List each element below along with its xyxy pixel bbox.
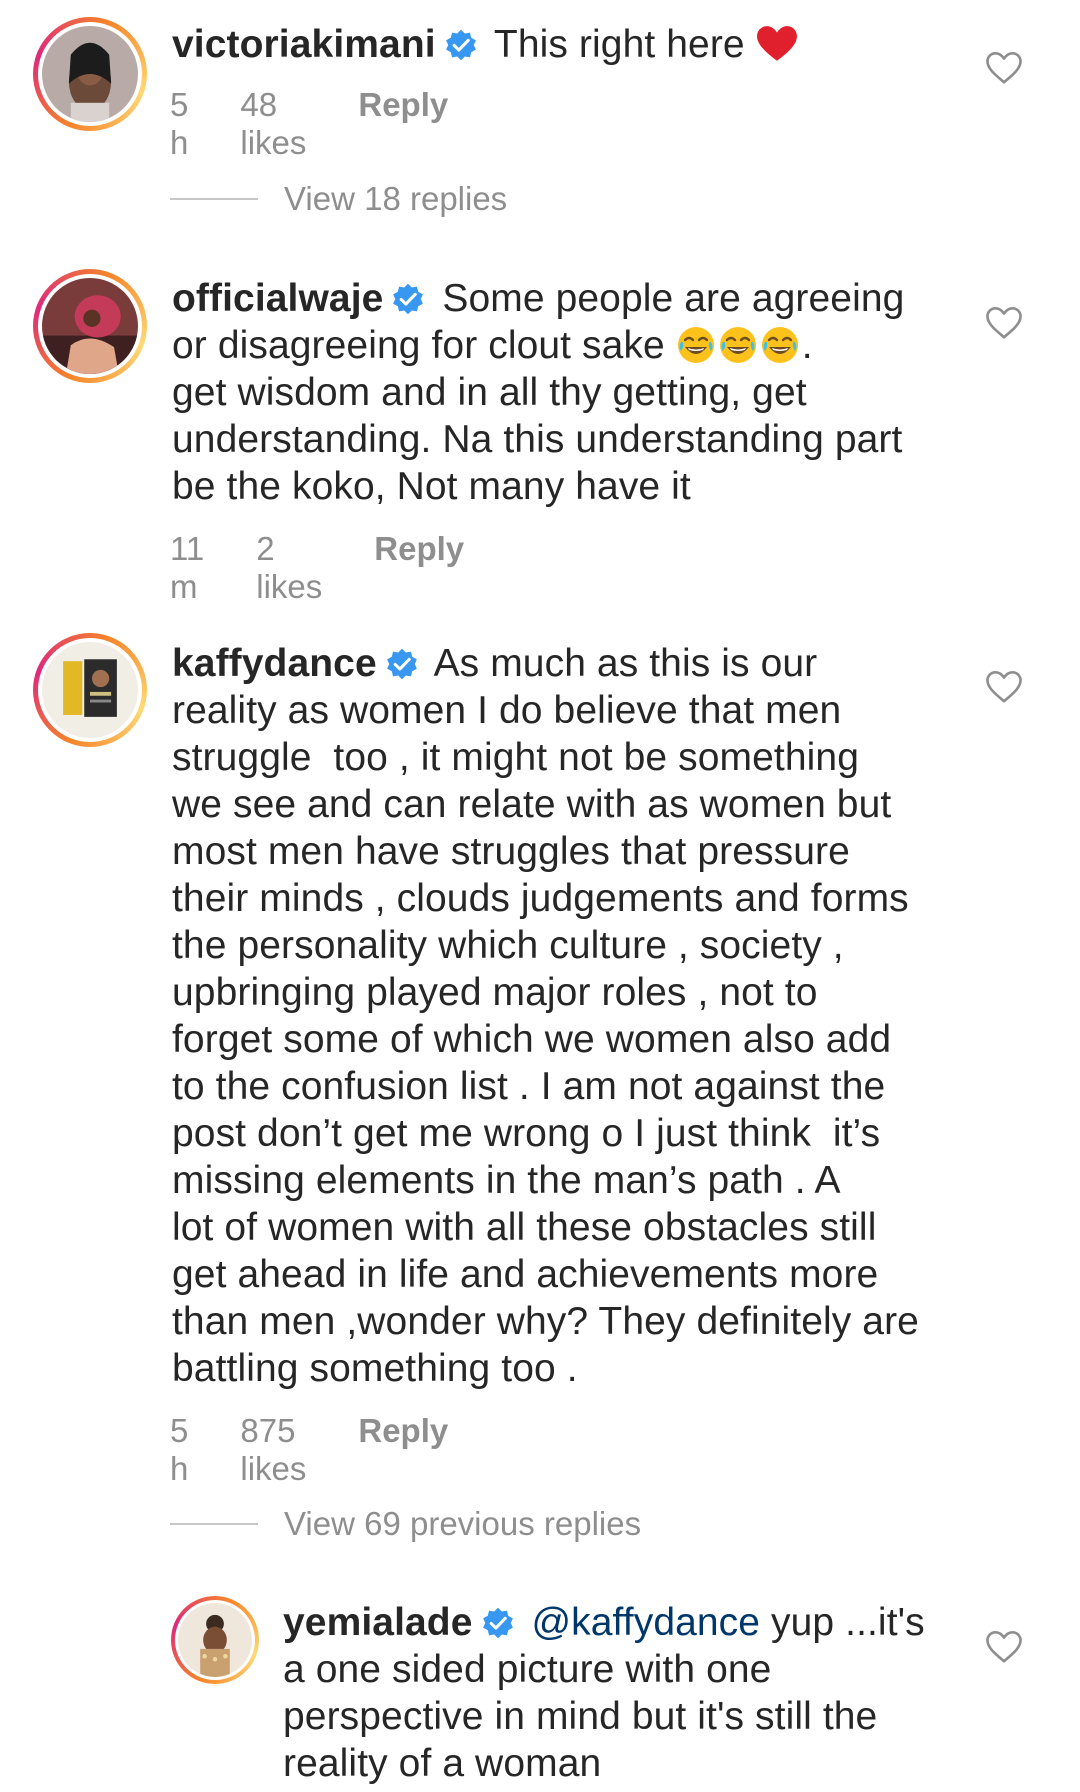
like-count[interactable]: 48 likes xyxy=(240,86,306,162)
comment-meta: 5 h 875 likes Reply xyxy=(170,1412,500,1488)
view-replies-label[interactable]: View 18 replies xyxy=(284,180,507,218)
face-with-tears-of-joy-icon xyxy=(718,325,758,365)
comment-text: yemialade @kaffydance yup ...it's a one … xyxy=(283,1599,1023,1787)
comment-line: or disagreeing for clout sake xyxy=(172,324,665,367)
avatar[interactable] xyxy=(171,1596,259,1684)
view-previous-replies-button[interactable]: View 69 previous replies xyxy=(170,1505,641,1543)
comment-line: perspective in mind but it's still the xyxy=(283,1695,878,1738)
face-with-tears-of-joy-icon xyxy=(676,325,716,365)
verified-badge-icon xyxy=(391,282,425,316)
reply-button[interactable]: Reply xyxy=(358,1412,448,1488)
heart-outline-icon[interactable] xyxy=(985,1630,1023,1664)
comment-line: be the koko, Not many have it xyxy=(172,465,691,508)
comment-line: to the confusion list . I am not against… xyxy=(172,1065,886,1108)
avatar[interactable] xyxy=(33,269,147,383)
comment-line: get ahead in life and achievements more xyxy=(172,1253,879,1296)
comment-line: a one sided picture with one xyxy=(283,1648,772,1691)
comment-line: battling something too . xyxy=(172,1347,578,1390)
divider-line xyxy=(170,198,258,200)
red-heart-icon xyxy=(756,24,798,64)
avatar[interactable] xyxy=(33,17,147,131)
username[interactable]: officialwaje xyxy=(172,277,383,320)
comment-line: As much as this is our xyxy=(433,642,818,685)
comment-line: get wisdom and in all thy getting, get xyxy=(172,371,807,414)
comment-line: struggle too , it might not be something xyxy=(172,736,859,779)
comment-line: missing elements in the man’s path . A xyxy=(172,1159,841,1202)
comment-line: post don’t get me wrong o I just think i… xyxy=(172,1112,881,1155)
comment-line: reality as women I do believe that men xyxy=(172,689,842,732)
comment-text: officialwaje Some people are agreeing or… xyxy=(172,275,1002,510)
comment-line: most men have struggles that pressure xyxy=(172,830,850,873)
comment-line: forget some of which we women also add xyxy=(172,1018,892,1061)
mention-link[interactable]: @kaffydance xyxy=(531,1601,760,1644)
comment-line: the personality which culture , society … xyxy=(172,924,844,967)
comment-line: Some people are agreeing xyxy=(442,277,905,320)
comment-line: understanding. Na this understanding par… xyxy=(172,418,903,461)
line-suffix: . xyxy=(801,324,813,367)
verified-badge-icon xyxy=(385,647,419,681)
comment-meta: 5 h 48 likes Reply xyxy=(170,86,500,162)
comment-line: yup ...it's xyxy=(760,1601,925,1644)
reply-button[interactable]: Reply xyxy=(358,86,448,162)
username[interactable]: kaffydance xyxy=(172,642,377,685)
face-with-tears-of-joy-icon xyxy=(760,325,800,365)
comment-text: victoriakimani This right here xyxy=(172,21,992,68)
comment-line: upbringing played major roles , not to xyxy=(172,971,818,1014)
comment-line: reality of a woman xyxy=(283,1742,602,1785)
comment-line: their minds , clouds judgements and form… xyxy=(172,877,909,920)
avatar[interactable] xyxy=(33,633,147,747)
heart-outline-icon[interactable] xyxy=(985,306,1023,340)
comment-line: we see and can relate with as women but xyxy=(172,783,892,826)
comment-time: 11 m xyxy=(170,530,205,605)
like-count[interactable]: 2 likes xyxy=(256,530,322,606)
view-replies-label[interactable]: View 69 previous replies xyxy=(284,1505,641,1543)
verified-badge-icon xyxy=(444,28,478,62)
comment-text: kaffydance As much as this is our realit… xyxy=(172,640,1022,1392)
comment-time: 5 h xyxy=(170,86,189,161)
heart-outline-icon[interactable] xyxy=(985,670,1023,704)
username[interactable]: yemialade xyxy=(283,1601,473,1644)
comment-line: This right here xyxy=(493,23,745,66)
comment-line: than men ,wonder why? They definitely ar… xyxy=(172,1300,919,1343)
heart-outline-icon[interactable] xyxy=(985,51,1023,85)
comment-meta: 11 m 2 likes Reply xyxy=(170,530,516,606)
view-replies-button[interactable]: View 18 replies xyxy=(170,180,507,218)
username[interactable]: victoriakimani xyxy=(172,23,436,66)
comment-line: lot of women with all these obstacles st… xyxy=(172,1206,877,1249)
verified-badge-icon xyxy=(481,1606,515,1640)
reply-button[interactable]: Reply xyxy=(374,530,464,606)
like-count[interactable]: 875 likes xyxy=(240,1412,306,1488)
divider-line xyxy=(170,1523,258,1525)
comment-time: 5 h xyxy=(170,1412,189,1487)
